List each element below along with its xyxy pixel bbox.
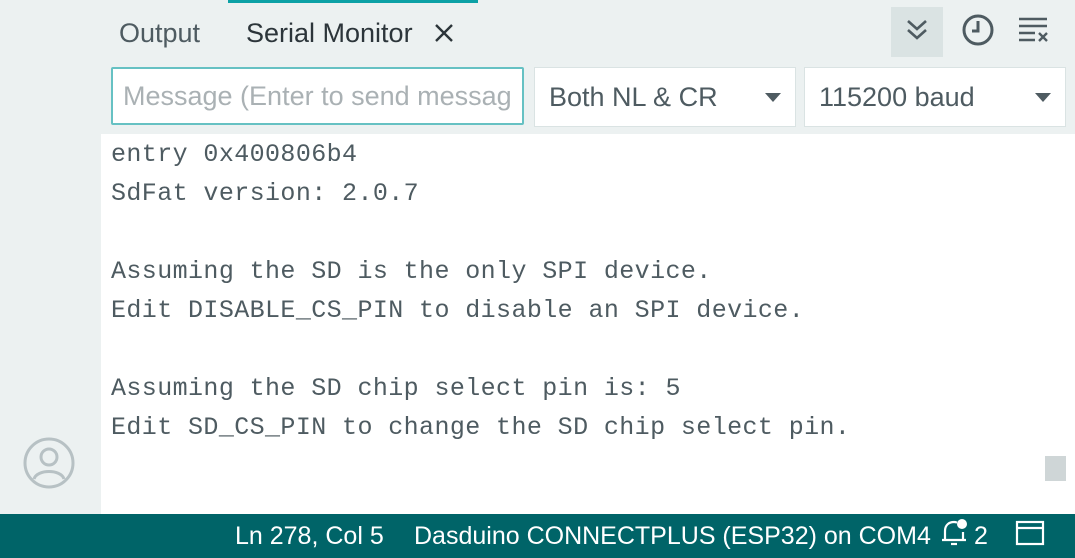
toggle-panel-button[interactable]	[1015, 514, 1045, 558]
active-tab-indicator	[228, 0, 478, 3]
baud-rate-value: 115200 baud	[819, 81, 975, 112]
output-line: Edit DISABLE_CS_PIN to disable an SPI de…	[111, 296, 805, 325]
board-port-status[interactable]: Dasduino CONNECTPLUS (ESP32) on COM4	[414, 514, 931, 558]
bell-icon	[940, 518, 968, 555]
output-line: SdFat version: 2.0.7	[111, 179, 420, 208]
serial-output[interactable]: entry 0x400806b4 SdFat version: 2.0.7 As…	[101, 134, 1075, 514]
tab-output-label: Output	[119, 17, 201, 48]
tab-output[interactable]: Output	[119, 0, 200, 66]
serial-input-row: Both NL & CR 115200 baud	[101, 66, 1075, 134]
notification-count: 2	[974, 521, 988, 550]
close-icon[interactable]	[431, 20, 457, 46]
panel-tabs: Output Serial Monitor	[101, 0, 1075, 66]
output-line: entry 0x400806b4	[111, 140, 358, 169]
clock-icon	[961, 13, 995, 52]
chevron-down-icon	[765, 92, 781, 102]
scrollbar-thumb[interactable]	[1045, 456, 1066, 481]
timestamp-button[interactable]	[952, 7, 1004, 57]
output-line: Edit SD_CS_PIN to change the SD chip sel…	[111, 413, 851, 442]
chevron-down-icon	[1035, 92, 1051, 102]
panel-icon	[1015, 520, 1045, 553]
output-line: Assuming the SD chip select pin is: 5	[111, 374, 681, 403]
clear-output-icon	[1017, 15, 1051, 50]
autoscroll-button[interactable]	[891, 7, 943, 57]
serial-monitor-app: Output Serial Monitor Message (Enter to …	[0, 0, 1075, 558]
line-ending-select[interactable]: Both NL & CR	[534, 67, 796, 127]
line-ending-value: Both NL & CR	[549, 81, 718, 112]
account-icon[interactable]	[22, 436, 76, 490]
baud-rate-select[interactable]: 115200 baud	[804, 67, 1066, 127]
notifications-button[interactable]: 2	[940, 514, 988, 558]
output-line: Assuming the SD is the only SPI device.	[111, 257, 712, 286]
tab-serial-monitor-label: Serial Monitor	[246, 17, 413, 48]
clear-output-button[interactable]	[1008, 7, 1060, 57]
tab-serial-monitor[interactable]: Serial Monitor	[228, 0, 478, 66]
double-chevron-down-icon	[904, 17, 930, 48]
cursor-position[interactable]: Ln 278, Col 5	[235, 514, 384, 558]
status-bar: Ln 278, Col 5 Dasduino CONNECTPLUS (ESP3…	[0, 514, 1075, 558]
activity-bar	[0, 0, 101, 514]
message-input[interactable]	[111, 67, 524, 125]
